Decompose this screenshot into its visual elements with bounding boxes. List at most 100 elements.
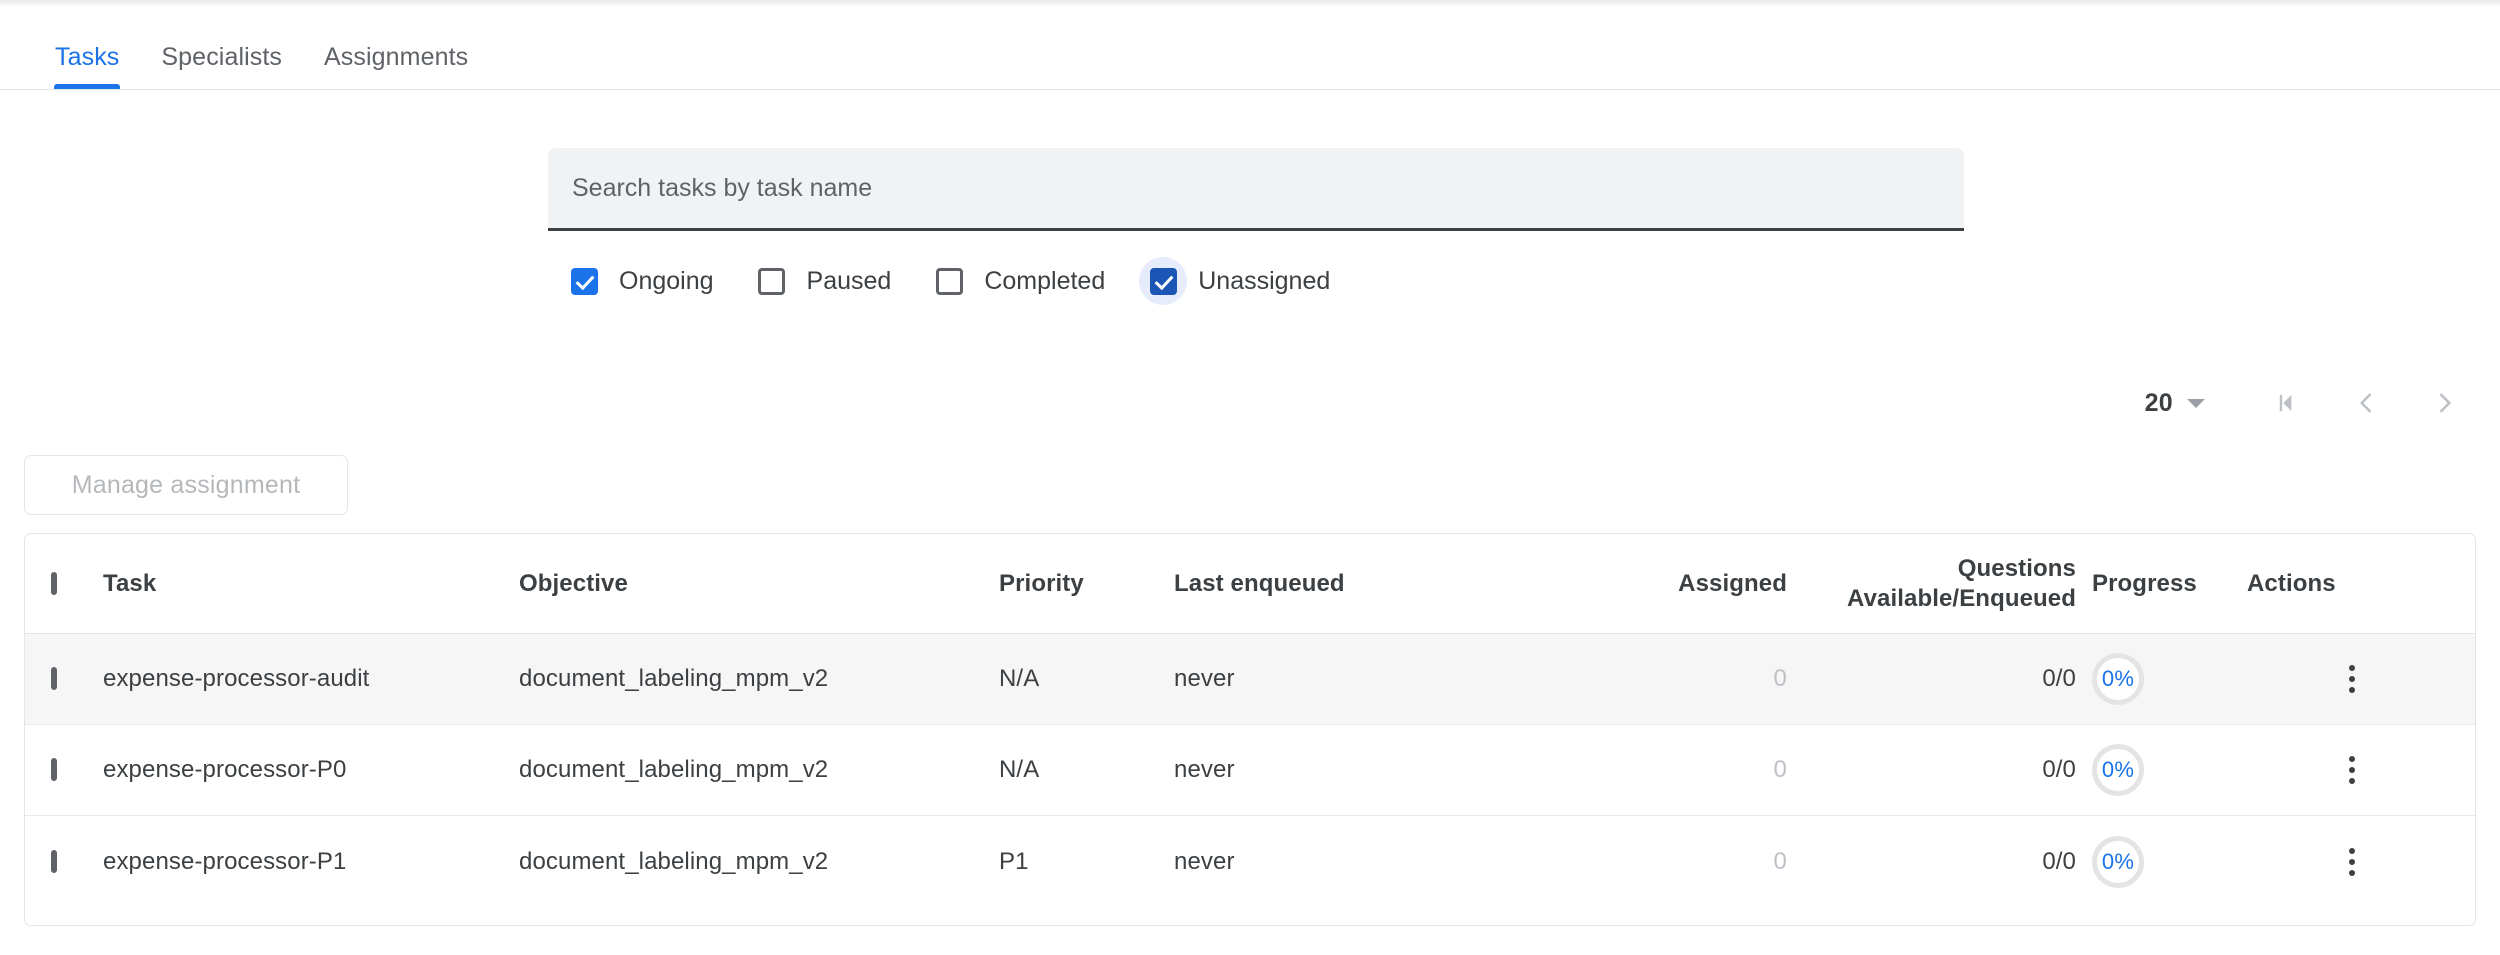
checkbox-icon[interactable] xyxy=(758,268,785,295)
select-all-cell xyxy=(25,575,103,593)
column-header-task[interactable]: Task xyxy=(103,569,519,599)
chevron-down-icon xyxy=(2187,399,2205,408)
cell-priority: P1 xyxy=(999,848,1174,876)
table-header-row: Task Objective Priority Last enqueued As… xyxy=(25,534,2475,634)
cell-priority: N/A xyxy=(999,756,1174,784)
table-row[interactable]: expense-processor-P1 document_labeling_m… xyxy=(25,816,2475,907)
row-actions-menu-button[interactable] xyxy=(2325,743,2379,797)
checkbox-icon[interactable] xyxy=(571,268,598,295)
row-actions-menu-button[interactable] xyxy=(2325,652,2379,706)
column-header-questions-line2: Available/Enqueued xyxy=(1787,584,2076,614)
search-input[interactable] xyxy=(570,148,1942,228)
filter-paused-checkbox-shell[interactable] xyxy=(748,257,796,305)
cell-assigned: 0 xyxy=(1504,665,1787,693)
cell-assigned: 0 xyxy=(1504,848,1787,876)
tab-bar: Tasks Specialists Assignments xyxy=(0,7,2500,90)
filter-unassigned[interactable]: Unassigned xyxy=(1139,257,1354,305)
column-header-objective[interactable]: Objective xyxy=(519,569,999,599)
cell-progress: 0% xyxy=(2092,744,2247,796)
more-vert-icon xyxy=(2349,687,2355,693)
filter-ongoing[interactable]: Ongoing xyxy=(560,257,738,305)
cell-last-enqueued: never xyxy=(1174,665,1504,693)
tab-tasks-label: Tasks xyxy=(55,43,119,71)
cell-task: expense-processor-audit xyxy=(103,665,519,693)
search-field[interactable] xyxy=(548,148,1964,231)
more-vert-icon xyxy=(2349,870,2355,876)
tasks-table: Task Objective Priority Last enqueued As… xyxy=(24,533,2476,926)
column-header-actions: Actions xyxy=(2247,569,2475,599)
progress-ring[interactable]: 0% xyxy=(2092,744,2144,796)
more-vert-icon xyxy=(2349,848,2355,854)
progress-value: 0% xyxy=(2102,757,2134,783)
cell-last-enqueued: never xyxy=(1174,848,1504,876)
filter-completed-label: Completed xyxy=(984,267,1105,296)
cell-task: expense-processor-P1 xyxy=(103,848,519,876)
filter-completed-checkbox-shell[interactable] xyxy=(925,257,973,305)
filter-ongoing-label: Ongoing xyxy=(619,267,714,296)
cell-objective: document_labeling_mpm_v2 xyxy=(519,756,999,784)
cell-objective: document_labeling_mpm_v2 xyxy=(519,665,999,693)
more-vert-icon xyxy=(2349,665,2355,671)
column-header-last-enqueued[interactable]: Last enqueued xyxy=(1174,569,1504,599)
row-actions-menu-button[interactable] xyxy=(2325,835,2379,889)
tab-specialists-label: Specialists xyxy=(161,43,282,71)
checkbox-icon[interactable] xyxy=(1150,268,1177,295)
cell-questions: 0/0 xyxy=(1787,848,2092,876)
checkbox-icon[interactable] xyxy=(936,268,963,295)
column-header-questions[interactable]: Questions Available/Enqueued xyxy=(1787,554,2092,614)
tab-assignments-label: Assignments xyxy=(324,43,468,71)
cell-actions xyxy=(2247,743,2475,797)
cell-progress: 0% xyxy=(2092,653,2247,705)
row-select-cell xyxy=(25,670,103,688)
cell-objective: document_labeling_mpm_v2 xyxy=(519,848,999,876)
cell-actions xyxy=(2247,652,2475,706)
page-size-selector[interactable]: 20 xyxy=(2145,389,2205,418)
cell-priority: N/A xyxy=(999,665,1174,693)
progress-ring[interactable]: 0% xyxy=(2092,836,2144,888)
filter-paused-label: Paused xyxy=(807,267,892,296)
filter-ongoing-checkbox-shell[interactable] xyxy=(560,257,608,305)
page-size-value: 20 xyxy=(2145,389,2173,418)
cell-last-enqueued: never xyxy=(1174,756,1504,784)
row-checkbox[interactable] xyxy=(51,667,57,690)
tab-specialists[interactable]: Specialists xyxy=(140,43,303,89)
first-page-button[interactable] xyxy=(2256,372,2318,434)
row-checkbox[interactable] xyxy=(51,758,57,781)
chevron-left-icon xyxy=(2351,388,2381,418)
cell-task: expense-processor-P0 xyxy=(103,756,519,784)
filter-unassigned-checkbox-shell[interactable] xyxy=(1139,257,1187,305)
chevron-right-icon xyxy=(2430,388,2460,418)
row-checkbox[interactable] xyxy=(51,850,57,873)
tab-list: Tasks Specialists Assignments xyxy=(34,43,489,89)
cell-questions: 0/0 xyxy=(1787,665,2092,693)
paginator: 20 xyxy=(2145,372,2476,434)
table-footer-spacer xyxy=(25,907,2475,925)
filter-completed[interactable]: Completed xyxy=(925,257,1129,305)
filter-paused[interactable]: Paused xyxy=(748,257,916,305)
more-vert-icon xyxy=(2349,676,2355,682)
cell-questions: 0/0 xyxy=(1787,756,2092,784)
cell-actions xyxy=(2247,835,2475,889)
progress-ring[interactable]: 0% xyxy=(2092,653,2144,705)
next-page-button[interactable] xyxy=(2414,372,2476,434)
manage-assignment-button[interactable]: Manage assignment xyxy=(24,455,348,515)
tab-assignments[interactable]: Assignments xyxy=(303,43,489,89)
cell-progress: 0% xyxy=(2092,836,2247,888)
progress-value: 0% xyxy=(2102,666,2134,692)
filter-unassigned-label: Unassigned xyxy=(1198,267,1330,296)
column-header-priority[interactable]: Priority xyxy=(999,569,1174,599)
search-container xyxy=(548,148,1964,231)
tab-tasks[interactable]: Tasks xyxy=(34,43,140,89)
more-vert-icon xyxy=(2349,767,2355,773)
column-header-assigned[interactable]: Assigned xyxy=(1504,569,1787,599)
row-select-cell xyxy=(25,761,103,779)
row-select-cell xyxy=(25,853,103,871)
column-header-progress[interactable]: Progress xyxy=(2092,569,2247,599)
top-shadow-strip xyxy=(0,0,2500,7)
select-all-checkbox[interactable] xyxy=(51,572,57,595)
cell-assigned: 0 xyxy=(1504,756,1787,784)
table-row[interactable]: expense-processor-audit document_labelin… xyxy=(25,634,2475,725)
progress-value: 0% xyxy=(2102,849,2134,875)
table-row[interactable]: expense-processor-P0 document_labeling_m… xyxy=(25,725,2475,816)
previous-page-button[interactable] xyxy=(2335,372,2397,434)
